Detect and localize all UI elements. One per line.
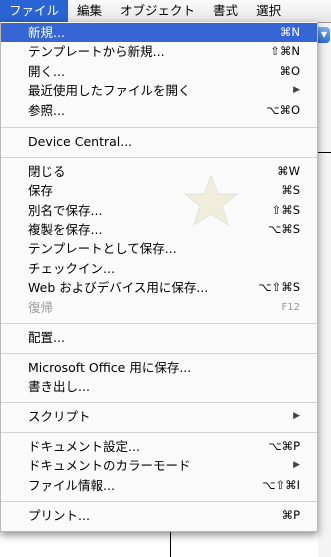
background-ruler-line bbox=[318, 152, 331, 153]
menu-separator bbox=[1, 127, 317, 128]
menu-item-label: プリント... bbox=[28, 508, 90, 523]
shortcut-label: ⌘O bbox=[279, 64, 300, 78]
menu-object[interactable]: オブジェクト bbox=[111, 0, 204, 22]
shortcut-label: ⌥⌘S bbox=[267, 222, 300, 236]
menu-separator bbox=[1, 432, 317, 433]
menu-item-device-central[interactable]: Device Central... bbox=[1, 132, 317, 151]
menu-item-label: チェックイン... bbox=[28, 261, 115, 276]
menu-item-label: 最近使用したファイルを開く bbox=[28, 83, 191, 98]
menu-item-save-for-web[interactable]: Web およびデバイス用に保存... ⌥⇧⌘S bbox=[1, 278, 317, 297]
menu-item-label: 復帰 bbox=[28, 300, 54, 315]
menu-edit[interactable]: 編集 bbox=[68, 0, 111, 22]
shortcut-label: ⌥⇧⌘S bbox=[258, 280, 300, 294]
menu-item-label: 閉じる bbox=[28, 164, 66, 179]
menu-file[interactable]: ファイル bbox=[0, 0, 69, 22]
menu-item-label: Microsoft Office 用に保存... bbox=[28, 360, 192, 375]
menu-separator bbox=[1, 157, 317, 158]
menu-item-label: 保存 bbox=[28, 183, 54, 198]
shortcut-label: ⌥⇧⌘I bbox=[262, 478, 300, 492]
menu-bar: ファイル 編集 オブジェクト 書式 選択 bbox=[0, 0, 331, 23]
menu-item-label: スクリプト bbox=[28, 409, 91, 424]
menu-item-new[interactable]: 新規... ⌘N bbox=[1, 23, 317, 42]
menu-type[interactable]: 書式 bbox=[204, 0, 247, 22]
menu-item-label: テンプレートから新規... bbox=[28, 44, 165, 59]
background-window-edge bbox=[318, 22, 331, 557]
background-guide-line bbox=[170, 528, 171, 557]
shortcut-label: F12 bbox=[281, 302, 300, 313]
menu-item-file-info[interactable]: ファイル情報... ⌥⇧⌘I bbox=[1, 476, 317, 495]
menu-item-label: 参照... bbox=[28, 103, 65, 118]
menu-item-label: 新規... bbox=[28, 25, 65, 40]
background-dropdown-arrow[interactable]: ▼ bbox=[318, 27, 330, 43]
menu-separator bbox=[1, 353, 317, 354]
shortcut-label: ⌘P bbox=[281, 508, 300, 522]
menu-separator bbox=[1, 501, 317, 502]
shortcut-label: ⌘W bbox=[277, 164, 300, 178]
shortcut-label: ⌥⌘O bbox=[266, 103, 300, 117]
shortcut-label: ⇧⌘N bbox=[270, 44, 300, 58]
menu-item-revert: 復帰 F12 bbox=[1, 298, 317, 317]
menu-item-label: Device Central... bbox=[28, 134, 133, 149]
shortcut-label: ⌥⌘P bbox=[268, 439, 300, 453]
menu-item-label: Web およびデバイス用に保存... bbox=[28, 280, 209, 295]
menu-item-label: 別名で保存... bbox=[28, 203, 103, 218]
menu-item-document-color-mode[interactable]: ドキュメントのカラーモード ▶ bbox=[1, 456, 317, 475]
shortcut-label: ⌘S bbox=[281, 183, 300, 197]
menu-item-open-recent[interactable]: 最近使用したファイルを開く ▶ bbox=[1, 81, 317, 100]
menu-separator bbox=[1, 402, 317, 403]
menu-item-save-for-office[interactable]: Microsoft Office 用に保存... bbox=[1, 358, 317, 377]
submenu-arrow-icon: ▶ bbox=[293, 411, 300, 421]
menu-separator bbox=[1, 323, 317, 324]
menu-item-place[interactable]: 配置... bbox=[1, 328, 317, 347]
menu-item-scripts[interactable]: スクリプト ▶ bbox=[1, 407, 317, 426]
menu-item-document-setup[interactable]: ドキュメント設定... ⌥⌘P bbox=[1, 437, 317, 456]
menu-item-close[interactable]: 閉じる ⌘W bbox=[1, 162, 317, 181]
menu-item-label: ドキュメントのカラーモード bbox=[28, 458, 191, 473]
menu-item-label: 配置... bbox=[28, 330, 65, 345]
menu-item-print[interactable]: プリント... ⌘P bbox=[1, 506, 317, 525]
menu-select[interactable]: 選択 bbox=[247, 0, 290, 22]
menu-item-label: テンプレートとして保存... bbox=[28, 241, 177, 256]
menu-item-label: ドキュメント設定... bbox=[28, 439, 140, 454]
menu-item-label: ファイル情報... bbox=[28, 478, 115, 493]
file-menu-dropdown: 新規... ⌘N テンプレートから新規... ⇧⌘N 開く... ⌘O 最近使用… bbox=[0, 22, 318, 532]
menu-item-save-as[interactable]: 別名で保存... ⇧⌘S bbox=[1, 201, 317, 220]
menu-item-save-as-template[interactable]: テンプレートとして保存... bbox=[1, 239, 317, 258]
shortcut-label: ⇧⌘S bbox=[271, 203, 300, 217]
menu-item-label: 開く... bbox=[28, 64, 65, 79]
menu-item-check-in[interactable]: チェックイン... bbox=[1, 259, 317, 278]
menu-item-open[interactable]: 開く... ⌘O bbox=[1, 62, 317, 81]
menu-item-export[interactable]: 書き出し... bbox=[1, 377, 317, 396]
menu-item-new-from-template[interactable]: テンプレートから新規... ⇧⌘N bbox=[1, 42, 317, 61]
submenu-arrow-icon: ▶ bbox=[293, 460, 300, 470]
menu-item-browse[interactable]: 参照... ⌥⌘O bbox=[1, 101, 317, 120]
menu-item-save-a-copy[interactable]: 複製を保存... ⌥⌘S bbox=[1, 220, 317, 239]
submenu-arrow-icon: ▶ bbox=[293, 85, 300, 95]
menu-item-save[interactable]: 保存 ⌘S bbox=[1, 181, 317, 200]
shortcut-label: ⌘N bbox=[279, 25, 300, 39]
menu-item-label: 書き出し... bbox=[28, 379, 90, 394]
menu-item-label: 複製を保存... bbox=[28, 222, 103, 237]
